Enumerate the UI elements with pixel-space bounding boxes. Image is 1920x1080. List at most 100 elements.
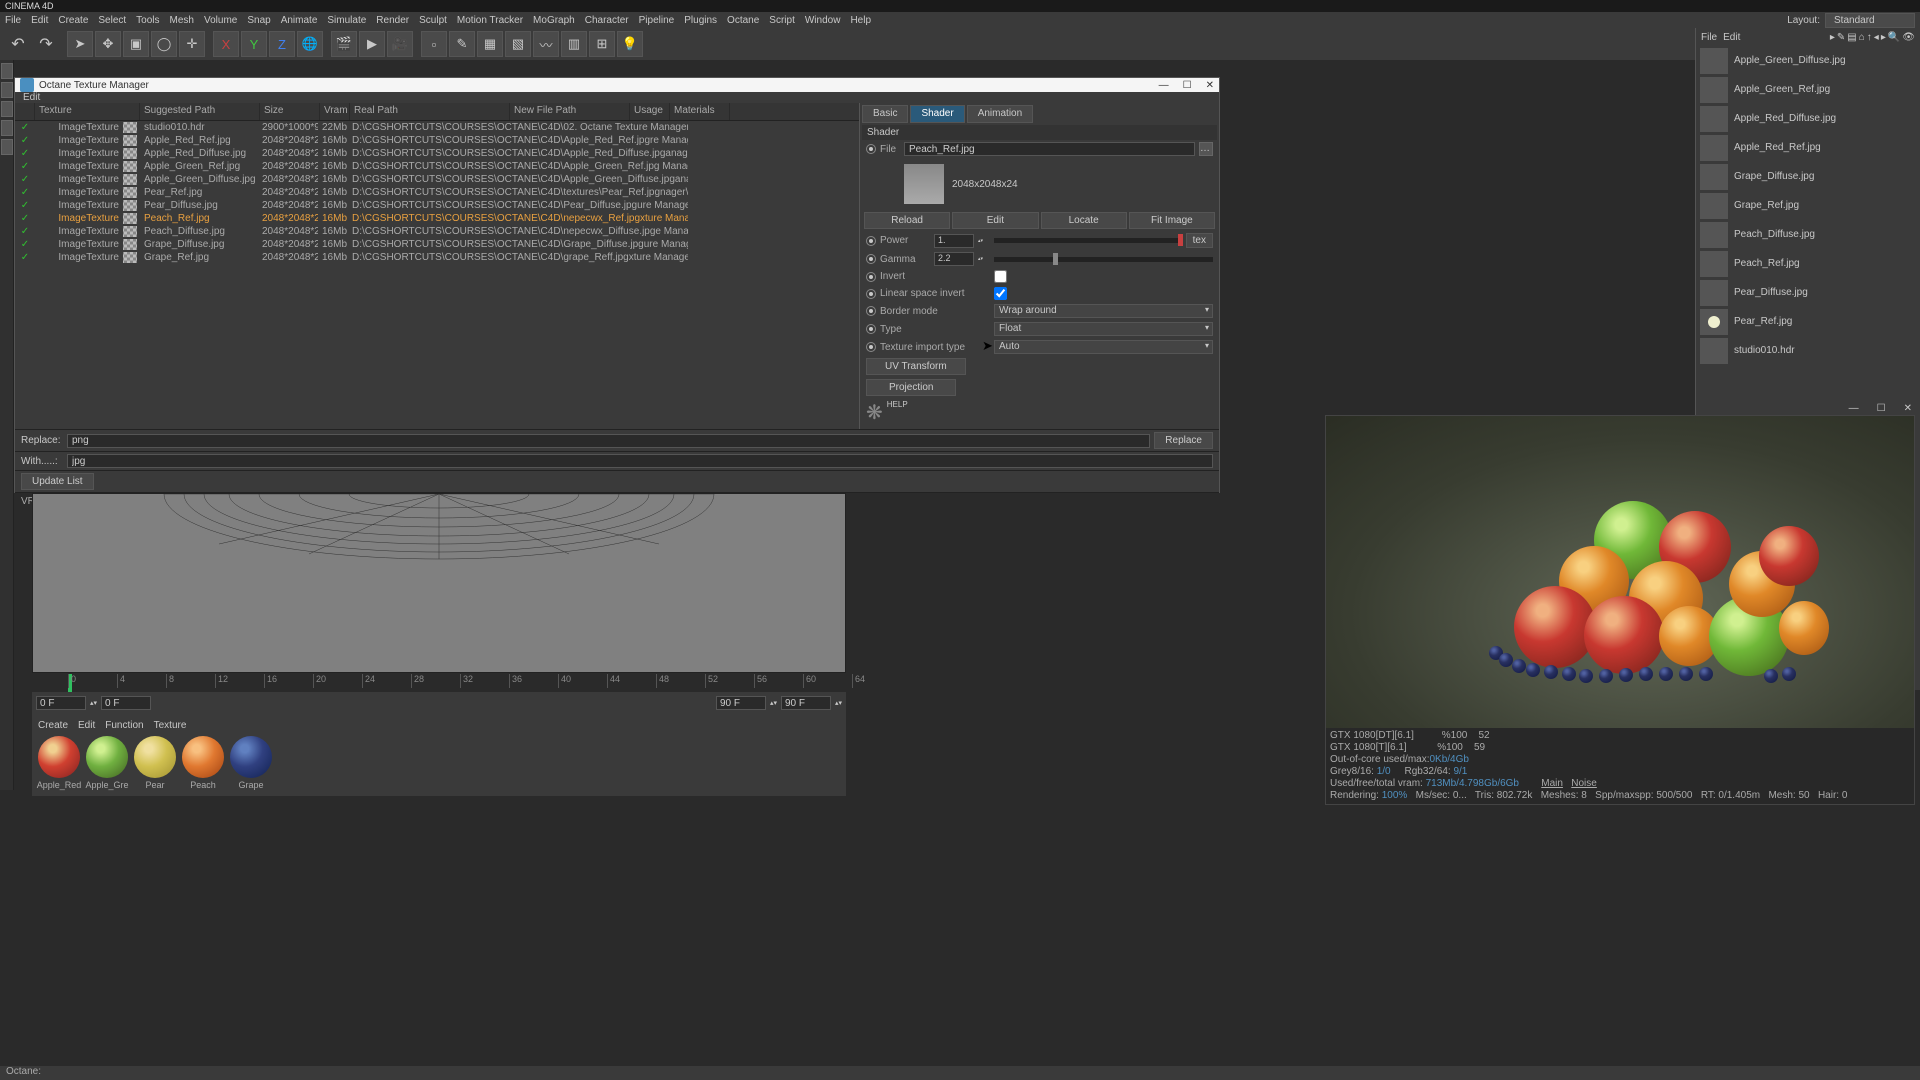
minimize-icon[interactable]: — [1849,403,1859,414]
menu-window[interactable]: Window [805,15,841,26]
menu-sculpt[interactable]: Sculpt [419,15,447,26]
folder-icon[interactable]: ▤ [1847,32,1856,43]
mat-menu-create[interactable]: Create [38,720,68,734]
window-titlebar[interactable]: Octane Texture Manager — ☐ ✕ [15,78,1219,92]
prev-icon[interactable]: ◂ [1874,32,1879,43]
list-item[interactable]: Pear_Diffuse.jpg [1696,278,1920,307]
menu-create[interactable]: Create [58,15,88,26]
menu-plugins[interactable]: Plugins [684,15,717,26]
mode-icon[interactable] [1,120,13,136]
radio-invert[interactable] [866,272,876,282]
undo-button[interactable]: ↶ [5,31,31,57]
file-input[interactable] [904,142,1195,156]
mat-menu-edit[interactable]: Edit [78,720,95,734]
menu-tools[interactable]: Tools [136,15,159,26]
maximize-icon[interactable]: ☐ [1183,80,1192,91]
mat-menu-texture[interactable]: Texture [154,720,187,734]
render-view-icon[interactable]: ▶ [359,31,385,57]
texmgr-menu-edit[interactable]: Edit [23,92,40,103]
replace-input[interactable] [67,434,1150,448]
type-dropdown[interactable]: Float [994,322,1213,336]
maximize-icon[interactable]: ☐ [1877,403,1886,414]
list-item[interactable]: Apple_Green_Diffuse.jpg [1696,46,1920,75]
menu-render[interactable]: Render [376,15,409,26]
y-axis-toggle[interactable]: Y [241,31,267,57]
update-list-button[interactable]: Update List [21,473,94,490]
camera-icon[interactable]: ⊞ [589,31,615,57]
light-icon[interactable]: 💡 [617,31,643,57]
col-materials[interactable]: Materials [670,103,730,120]
mode-icon[interactable] [1,63,13,79]
viewport-perspective[interactable] [32,493,846,673]
material-item[interactable]: Peach [180,736,226,790]
nav-back-icon[interactable]: ▸ [1830,32,1835,43]
import-dropdown[interactable]: Auto [994,340,1213,354]
menu-volume[interactable]: Volume [204,15,237,26]
menu-motiontracker[interactable]: Motion Tracker [457,15,523,26]
col-vram[interactable]: Vram [320,103,350,120]
tab-shader[interactable]: Shader [910,105,964,123]
menu-file[interactable]: File [5,15,21,26]
col-newpath[interactable]: New File Path [510,103,630,120]
material-item[interactable]: Apple_Red [36,736,82,790]
menu-script[interactable]: Script [769,15,795,26]
linear-checkbox[interactable] [994,287,1007,300]
col-realpath[interactable]: Real Path [350,103,510,120]
radio-import[interactable] [866,342,876,352]
frame-current[interactable] [101,696,151,710]
menu-help[interactable]: Help [850,15,871,26]
table-row[interactable]: ✓ImageTextureApple_Green_Diffuse.jpg2048… [15,173,859,186]
z-axis-toggle[interactable]: Z [269,31,295,57]
home-icon[interactable]: ⌂ [1859,32,1865,43]
col-texture[interactable]: Texture [35,103,140,120]
col-suggested[interactable]: Suggested Path [140,103,260,120]
menu-select[interactable]: Select [98,15,126,26]
close-icon[interactable]: ✕ [1206,80,1214,91]
render-icon[interactable]: 🎬 [331,31,357,57]
spin-icon[interactable]: ▴▾ [770,699,777,707]
attr-menu-edit[interactable]: Edit [1723,32,1740,43]
table-row[interactable]: ✓ImageTextureApple_Red_Ref.jpg2048*2048*… [15,134,859,147]
menu-edit[interactable]: Edit [31,15,48,26]
list-item[interactable]: Peach_Diffuse.jpg [1696,220,1920,249]
menu-mesh[interactable]: Mesh [170,15,194,26]
list-item[interactable]: Grape_Ref.jpg [1696,191,1920,220]
mat-menu-function[interactable]: Function [105,720,143,734]
table-row[interactable]: ✓ImageTextureApple_Green_Ref.jpg2048*204… [15,160,859,173]
list-item[interactable]: Pear_Ref.jpg [1696,307,1920,336]
pen-tool-icon[interactable]: ✎ [449,31,475,57]
material-item[interactable]: Apple_Gre [84,736,130,790]
edit-button[interactable]: Edit [952,212,1038,229]
menu-snap[interactable]: Snap [247,15,270,26]
invert-checkbox[interactable] [994,270,1007,283]
list-item[interactable]: Grape_Diffuse.jpg [1696,162,1920,191]
gamma-slider[interactable] [994,257,1213,262]
frame-end[interactable] [716,696,766,710]
next-icon[interactable]: ▸ [1881,32,1886,43]
table-row[interactable]: ✓ImageTexturePear_Ref.jpg2048*2048*2416M… [15,186,859,199]
uv-transform-button[interactable]: UV Transform [866,358,966,375]
mode-icon[interactable] [1,139,13,155]
table-row[interactable]: ✓ImageTexturePeach_Diffuse.jpg2048*2048*… [15,225,859,238]
reload-button[interactable]: Reload [864,212,950,229]
mode-icon[interactable] [1,101,13,117]
radio-gamma[interactable] [866,254,876,264]
projection-button[interactable]: Projection [866,379,956,396]
file-browse-button[interactable]: … [1199,142,1213,156]
gamma-value[interactable]: 2.2 [934,252,974,266]
tex-button[interactable]: tex [1186,233,1213,248]
timeline-ruler[interactable]: 0481216202428323640444852566064 [32,674,846,692]
rotate-tool-icon[interactable]: ◯ [151,31,177,57]
cube-primitive-icon[interactable]: ▫ [421,31,447,57]
menu-octane[interactable]: Octane [727,15,759,26]
noise-link[interactable]: Noise [1571,778,1597,789]
render-preview[interactable] [1326,416,1914,746]
menu-simulate[interactable]: Simulate [327,15,366,26]
layout-dropdown[interactable]: Standard [1825,13,1915,28]
tab-animation[interactable]: Animation [967,105,1033,123]
radio-power[interactable] [866,236,876,246]
power-value[interactable]: 1. [934,234,974,248]
list-item[interactable]: studio010.hdr [1696,336,1920,365]
radio-file[interactable] [866,144,876,154]
tab-basic[interactable]: Basic [862,105,908,123]
